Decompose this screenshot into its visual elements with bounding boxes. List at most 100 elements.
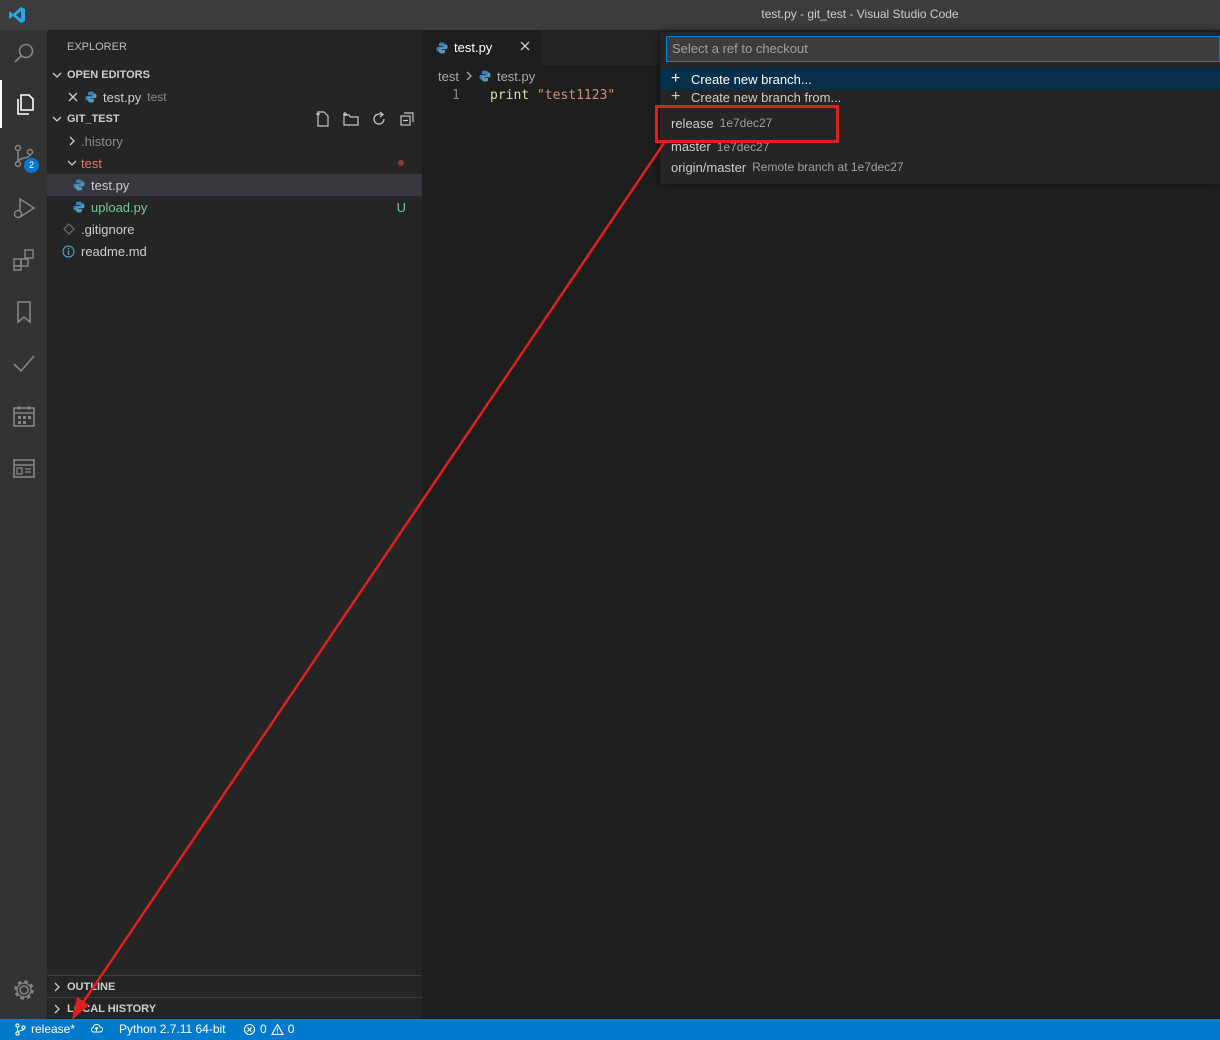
activity-search[interactable] [0,30,47,78]
breadcrumb-folder[interactable]: test [438,69,459,84]
open-editor-folder: test [147,90,167,104]
python-file-icon [73,179,85,191]
quick-pick-label: origin/master [671,159,747,175]
activity-explorer[interactable] [0,80,47,128]
untracked-status-badge: U [396,199,406,215]
status-problems[interactable]: 0 0 [243,1022,294,1036]
tree-file-upload-py[interactable]: upload.py U [47,196,422,218]
modified-dot-icon [398,160,404,166]
refresh-icon[interactable] [370,110,388,128]
workspace-label: GIT_TEST [67,113,120,125]
python-file-icon [479,70,491,82]
tree-file-readme[interactable]: readme.md [47,240,422,262]
window-title: test.py - git_test - Visual Studio Code [761,7,959,21]
tree-file-label: .gitignore [81,221,135,237]
tree-folder-test[interactable]: test [47,152,422,174]
local-history-label: LOCAL HISTORY [67,1002,157,1015]
activity-run-debug[interactable] [0,184,47,232]
breadcrumb: test test.py [438,67,535,85]
tree-folder-label: .history [81,133,123,149]
code-line[interactable]: print "test1123" [490,88,615,103]
extensions-icon [12,249,34,271]
status-python-label: Python 2.7.11 64-bit [119,1022,226,1036]
code-editor[interactable]: 1 print "test1123" [422,86,1220,1019]
activity-manage[interactable] [0,966,47,1014]
tree-file-label: upload.py [91,199,148,215]
git-diamond-icon [63,223,75,235]
chevron-down-icon [52,116,62,122]
info-icon [62,244,75,258]
tab-test-py[interactable]: test.py [422,30,542,65]
sidebar-title: EXPLORER [67,41,127,53]
warning-icon [270,1022,284,1035]
plus-icon: + [671,90,681,103]
title-bar: test.py - git_test - Visual Studio Code [0,0,1220,30]
quick-pick-label: master [671,143,711,154]
activity-bookmarks[interactable] [0,288,47,336]
code-string: "test1123" [536,88,616,103]
status-python-interpreter[interactable]: Python 2.7.11 64-bit [119,1022,226,1036]
local-history-header[interactable]: LOCAL HISTORY [47,997,422,1019]
python-file-icon [436,42,448,53]
chevron-right-icon [54,1004,60,1013]
tree-folder-history[interactable]: .history [47,130,422,152]
quick-pick-description: 1e7dec27 [716,143,770,154]
open-editors-header[interactable]: OPEN EDITORS [47,64,422,86]
python-file-icon [85,91,97,103]
workspace-header[interactable]: GIT_TEST [47,108,422,130]
files-icon [16,94,34,115]
status-bar: release* Python 2.7.11 64-bit 0 0 [0,1019,1220,1040]
quick-pick-input[interactable]: Select a ref to checkout [666,36,1220,62]
tree-file-test-py[interactable]: test.py [47,174,422,196]
status-warnings-count: 0 [287,1022,295,1036]
activity-extensions[interactable] [0,236,47,284]
scm-badge: 2 [24,158,39,173]
activity-board[interactable] [0,444,47,492]
run-debug-icon [13,197,35,219]
git-branch-icon [15,1022,26,1036]
quick-pick-create-branch-from[interactable]: + Create new branch from... [660,90,1220,103]
open-editors-label: OPEN EDITORS [67,69,150,81]
tree-file-label: readme.md [81,243,147,259]
quick-pick-ref-origin-master[interactable]: origin/master Remote branch at 1e7dec27 [660,156,1220,178]
chevron-right-icon [466,71,472,81]
tab-label: test.py [454,40,493,55]
open-editor-item[interactable]: test.py test [47,86,422,108]
tree-file-label: test.py [91,177,130,193]
tree-file-gitignore[interactable]: .gitignore [47,218,422,240]
chevron-right-icon [69,136,75,146]
collapse-all-icon[interactable] [398,110,416,128]
status-branch-label: release* [31,1022,76,1036]
close-icon[interactable] [67,91,79,103]
activity-todo[interactable] [0,340,47,388]
activity-source-control[interactable]: 2 [0,132,47,180]
calendar-icon [12,406,35,427]
error-icon [243,1023,256,1035]
quick-pick-ref-master[interactable]: master 1e7dec27 [660,143,1220,154]
quick-pick-create-branch[interactable]: + Create new branch... [660,68,1220,90]
search-icon [13,43,33,63]
python-file-icon [73,201,85,213]
quick-pick-label: Create new branch from... [691,90,842,103]
chevron-right-icon [54,982,60,991]
status-branch[interactable]: release* [14,1022,75,1036]
checkmark-icon [12,355,35,373]
new-file-icon[interactable] [314,110,332,128]
new-folder-icon[interactable] [342,110,360,128]
outline-header[interactable]: OUTLINE [47,975,422,997]
line-number: 1 [452,88,460,103]
annotation-highlight-box [655,105,839,143]
activity-calendar[interactable] [0,392,47,440]
activity-bar: 2 [0,30,47,1019]
tree-folder-label: test [81,155,102,171]
cloud-upload-icon [91,1024,103,1033]
open-editor-name: test.py [103,89,142,105]
chevron-down-icon [52,72,62,78]
code-keyword: print [490,88,530,103]
breadcrumb-file[interactable]: test.py [497,69,535,84]
status-sync[interactable] [90,1022,103,1035]
status-errors-count: 0 [260,1022,267,1036]
close-icon[interactable] [518,39,532,53]
gear-icon [13,980,34,1000]
quick-pick-label: Create new branch... [691,71,812,87]
